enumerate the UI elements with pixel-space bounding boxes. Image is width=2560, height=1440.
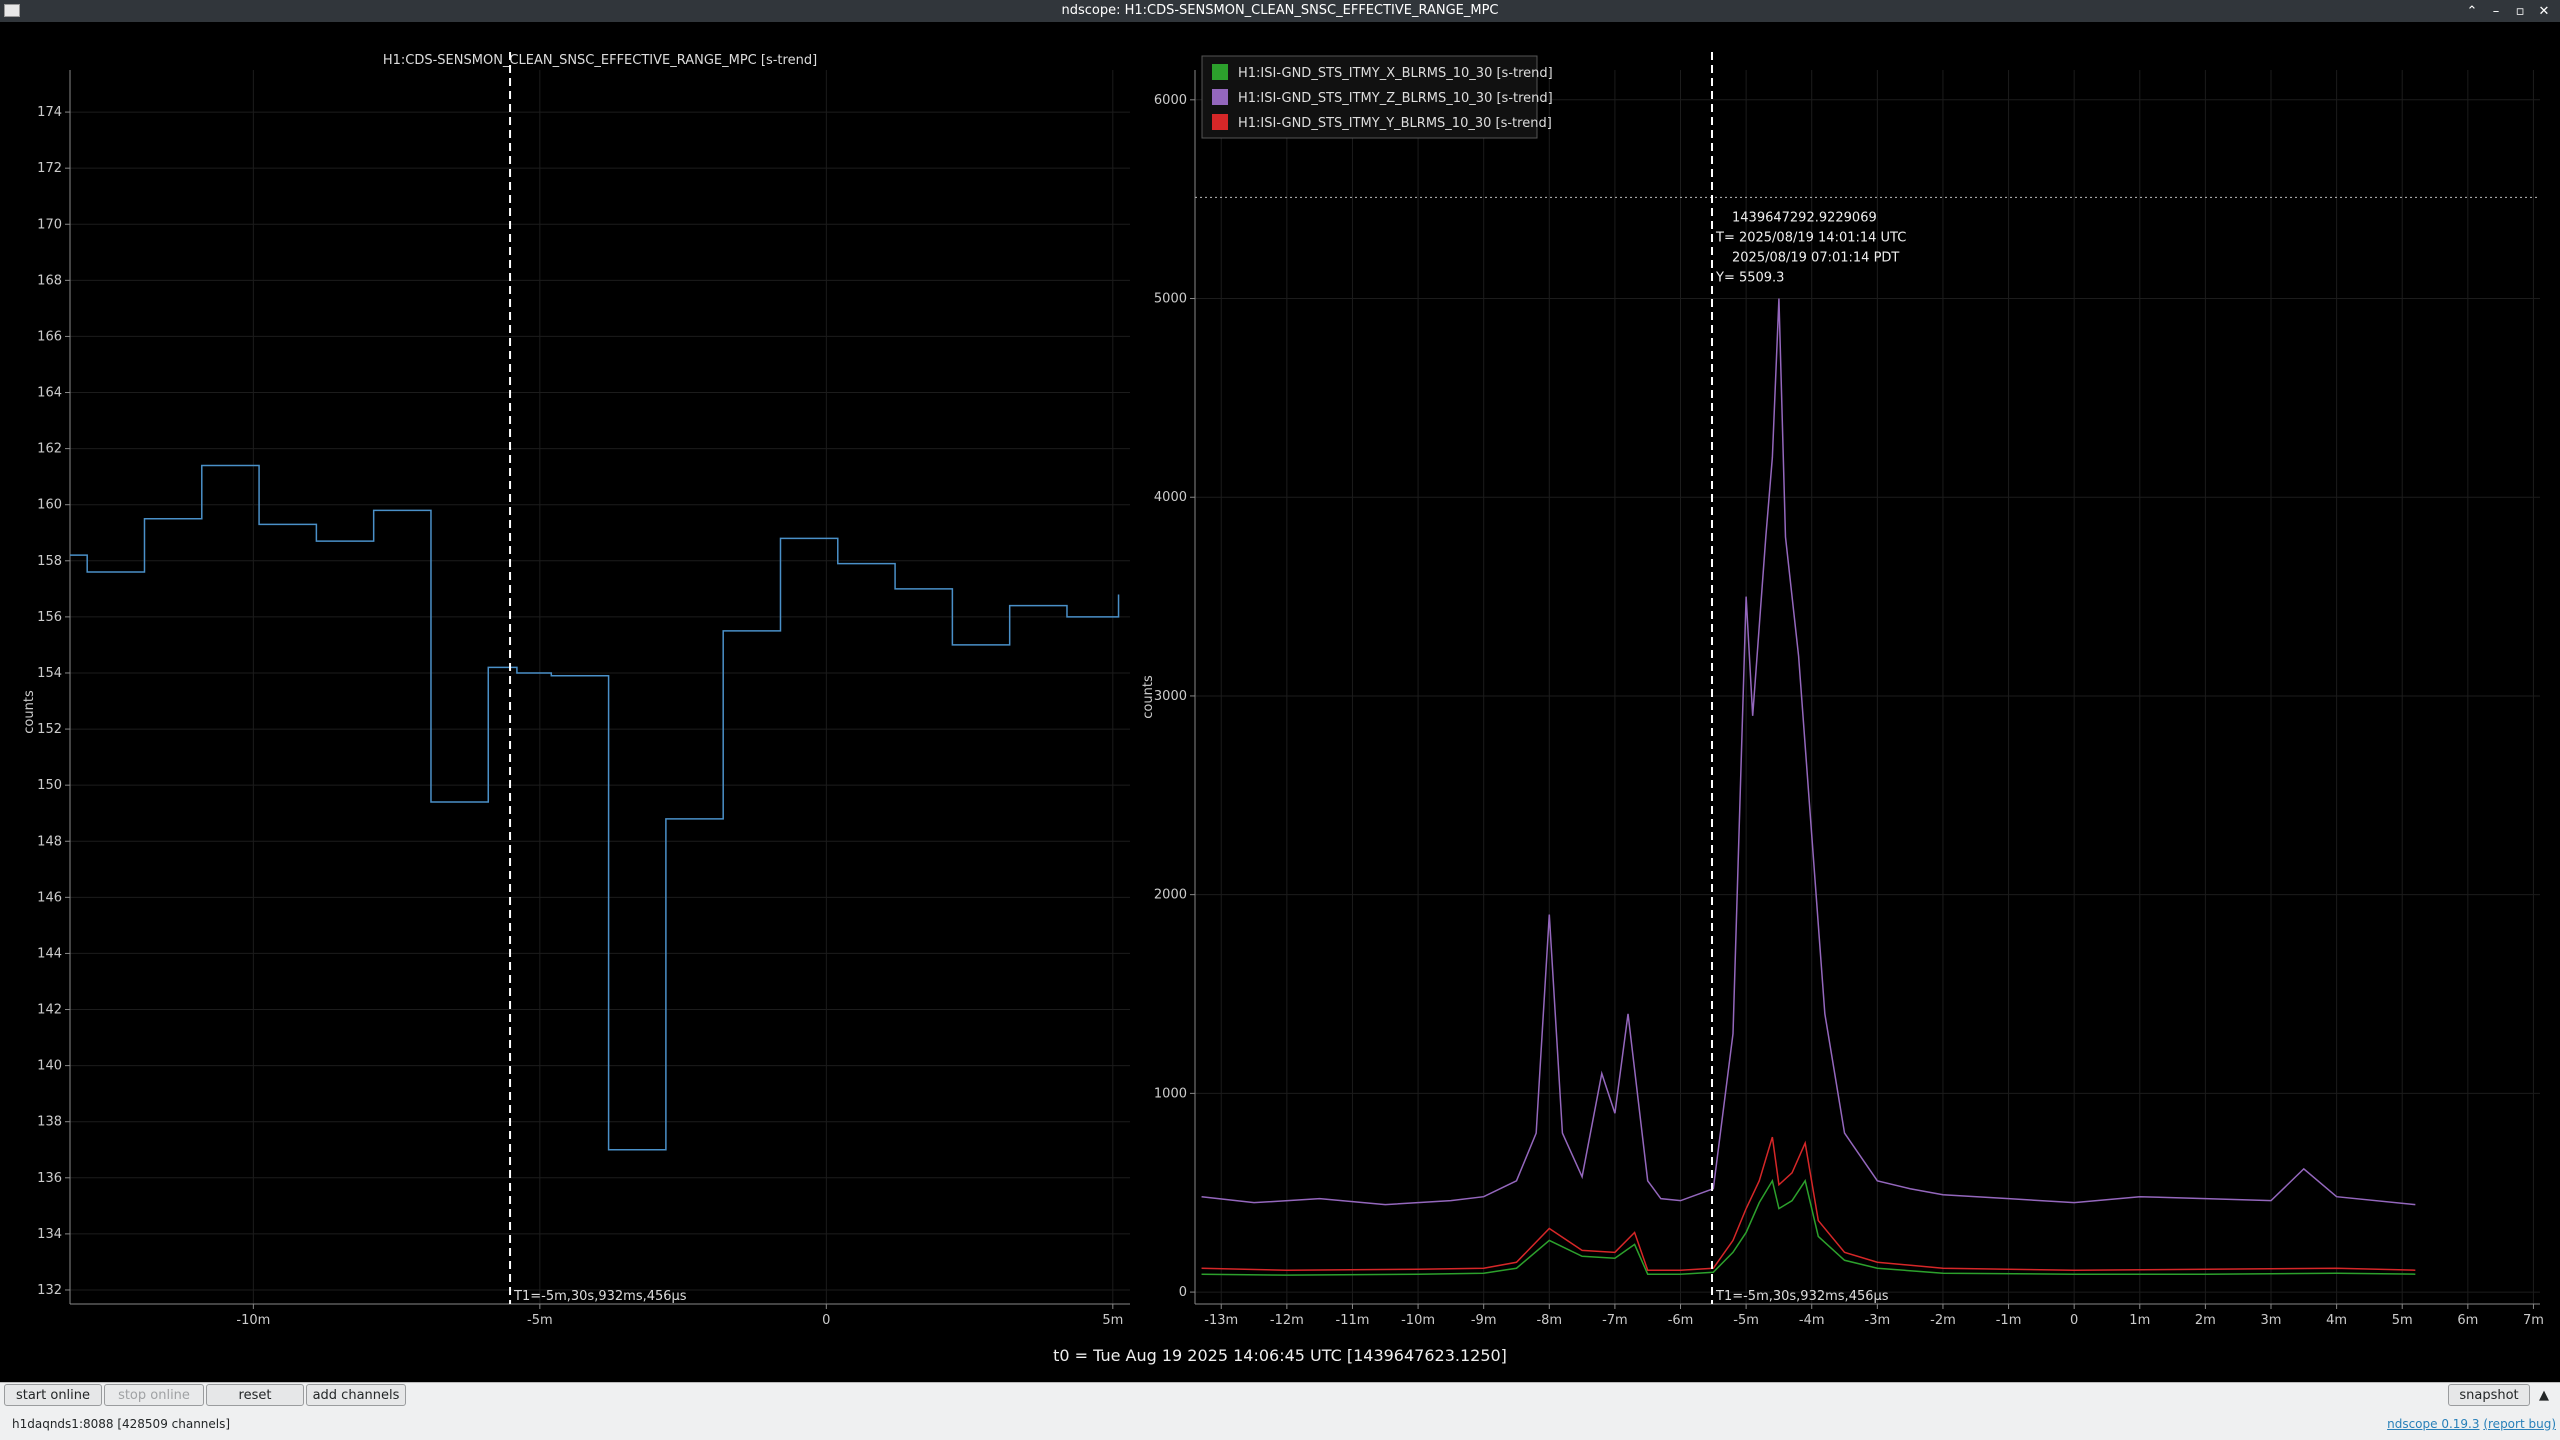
x-tick-label: 4m	[2326, 1313, 2347, 1328]
left-plot-cursor-label: T1=-5m,30s,932ms,456μs	[513, 1289, 687, 1304]
legend-swatch-y	[1212, 114, 1228, 130]
series-line-0	[1201, 298, 2416, 1206]
crosshair-pdt: 2025/08/19 07:01:14 PDT	[1732, 250, 1899, 265]
keep-above-button[interactable]: ⌃	[2462, 2, 2482, 20]
x-tick-label: 0	[2070, 1313, 2078, 1328]
right-plot-ylabel: counts	[1141, 675, 1156, 719]
y-tick-label: 140	[37, 1059, 62, 1074]
x-tick-label: -4m	[1799, 1313, 1825, 1328]
window-title: ndscope: H1:CDS-SENSMON_CLEAN_SNSC_EFFEC…	[1061, 3, 1499, 18]
y-tick-label: 2000	[1154, 888, 1187, 903]
minimize-button[interactable]: –	[2486, 2, 2506, 20]
snapshot-button[interactable]: snapshot	[2448, 1384, 2530, 1406]
y-tick-label: 142	[37, 1003, 62, 1018]
start-online-button[interactable]: start online	[4, 1384, 102, 1406]
y-tick-label: 160	[37, 498, 62, 513]
y-tick-label: 3000	[1154, 689, 1187, 704]
y-tick-label: 6000	[1154, 93, 1187, 108]
crosshair-utc: T= 2025/08/19 14:01:14 UTC	[1715, 230, 1906, 245]
x-tick-label: 6m	[2457, 1313, 2478, 1328]
right-plot[interactable]: 0 1000 2000 3000 4000 5000 6000 -13m -12m -11m -10…	[1141, 52, 2544, 1328]
crosshair-y: Y= 5509.3	[1715, 270, 1784, 285]
t0-label: t0 = Tue Aug 19 2025 14:06:45 UTC [14396…	[1053, 1346, 1507, 1365]
x-tick-label: -12m	[1270, 1313, 1304, 1328]
x-tick-label: 7m	[2523, 1313, 2544, 1328]
x-tick-label: 5m	[2392, 1313, 2413, 1328]
plot-area: 132 134 136 138 140 142 144 146 148 150 152 154 156 1…	[0, 22, 2560, 1382]
close-button[interactable]: ✕	[2534, 2, 2554, 20]
add-channels-button[interactable]: add channels	[306, 1384, 406, 1406]
y-tick-label: 4000	[1154, 490, 1187, 505]
y-tick-label: 162	[37, 442, 62, 457]
series-line-2	[1201, 1178, 2416, 1276]
y-tick-label: 174	[37, 105, 62, 120]
x-tick-label: -5m	[1733, 1313, 1759, 1328]
y-tick-label: 164	[37, 386, 62, 401]
y-tick-label: 172	[37, 161, 62, 176]
x-tick-label: -13m	[1204, 1313, 1238, 1328]
y-tick-label: 156	[37, 610, 62, 625]
y-tick-label: 0	[1179, 1285, 1187, 1300]
x-tick-label: -5m	[527, 1313, 553, 1328]
legend-entry-x: H1:ISI-GND_STS_ITMY_X_BLRMS_10_30 [s-tre…	[1238, 66, 1553, 81]
x-tick-label: -11m	[1336, 1313, 1370, 1328]
y-tick-label: 148	[37, 834, 62, 849]
left-plot-title: H1:CDS-SENSMON_CLEAN_SNSC_EFFECTIVE_RANG…	[383, 53, 817, 68]
legend-entry-y: H1:ISI-GND_STS_ITMY_Y_BLRMS_10_30 [s-tre…	[1238, 116, 1552, 131]
report-bug-link[interactable]: (report bug)	[2483, 1417, 2556, 1431]
maximize-button[interactable]: ▫	[2510, 2, 2530, 20]
x-tick-label: -3m	[1865, 1313, 1891, 1328]
y-tick-label: 5000	[1154, 292, 1187, 307]
right-plot-legend[interactable]: H1:ISI-GND_STS_ITMY_X_BLRMS_10_30 [s-tre…	[1201, 55, 1553, 139]
y-tick-label: 144	[37, 946, 62, 961]
x-tick-label: -10m	[236, 1313, 270, 1328]
window-titlebar: ndscope: H1:CDS-SENSMON_CLEAN_SNSC_EFFEC…	[0, 0, 2560, 22]
x-tick-label: -1m	[1996, 1313, 2022, 1328]
x-tick-label: -10m	[1401, 1313, 1435, 1328]
legend-swatch-z	[1212, 89, 1228, 105]
legend-swatch-x	[1212, 64, 1228, 80]
series-line-0	[70, 464, 1120, 1151]
x-tick-label: 1m	[2129, 1313, 2150, 1328]
y-tick-label: 158	[37, 554, 62, 569]
x-tick-label: 2m	[2195, 1313, 2216, 1328]
left-plot[interactable]: 132 134 136 138 140 142 144 146 148 150 152 154 156 1…	[22, 52, 1130, 1328]
version-link[interactable]: ndscope 0.19.3	[2387, 1417, 2479, 1431]
status-server: h1daqnds1:8088 [428509 channels]	[12, 1417, 231, 1431]
y-tick-label: 146	[37, 890, 62, 905]
series-line-1	[1201, 1136, 2416, 1271]
plots-canvas[interactable]: 132 134 136 138 140 142 144 146 148 150 152 154 156 1…	[0, 22, 2560, 1382]
x-tick-label: -6m	[1668, 1313, 1694, 1328]
y-tick-label: 154	[37, 666, 62, 681]
y-tick-label: 166	[37, 329, 62, 344]
right-plot-series	[1201, 298, 2416, 1276]
crosshair-gps: 1439647292.9229069	[1732, 210, 1877, 225]
version-info: ndscope 0.19.3 (report bug)	[2387, 1417, 2556, 1431]
y-tick-label: 132	[37, 1283, 62, 1298]
x-tick-label: -2m	[1930, 1313, 1956, 1328]
stop-online-button[interactable]: stop online	[104, 1384, 204, 1406]
x-tick-label: -9m	[1471, 1313, 1497, 1328]
y-tick-label: 1000	[1154, 1086, 1187, 1101]
x-tick-label: -8m	[1536, 1313, 1562, 1328]
y-tick-label: 136	[37, 1171, 62, 1186]
left-plot-ylabel: counts	[22, 690, 37, 734]
left-plot-series	[70, 464, 1120, 1151]
x-tick-label: 0	[822, 1313, 830, 1328]
left-plot-axes[interactable]: 132 134 136 138 140 142 144 146 148 150 152 154 156 1…	[37, 70, 1130, 1328]
y-tick-label: 152	[37, 722, 62, 737]
x-tick-label: 5m	[1102, 1313, 1123, 1328]
reset-button[interactable]: reset	[206, 1384, 304, 1406]
y-tick-label: 168	[37, 273, 62, 288]
expand-arrow-icon[interactable]: ▲	[2532, 1384, 2556, 1406]
y-tick-label: 170	[37, 217, 62, 232]
x-tick-label: -7m	[1602, 1313, 1628, 1328]
x-tick-label: 3m	[2261, 1313, 2282, 1328]
y-tick-label: 150	[37, 778, 62, 793]
right-plot-cursor-label: T1=-5m,30s,932ms,456μs	[1715, 1289, 1889, 1304]
y-tick-label: 138	[37, 1115, 62, 1130]
legend-entry-z: H1:ISI-GND_STS_ITMY_Z_BLRMS_10_30 [s-tre…	[1238, 91, 1553, 106]
y-tick-label: 134	[37, 1227, 62, 1242]
left-plot-grid	[70, 70, 1130, 1304]
